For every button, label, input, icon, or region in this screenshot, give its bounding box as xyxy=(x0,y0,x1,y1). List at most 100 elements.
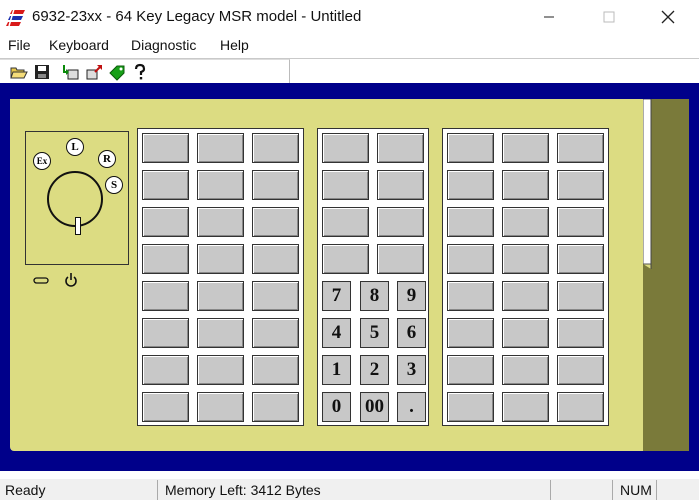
minimize-button[interactable] xyxy=(526,0,572,34)
numpad-key[interactable]: 00 xyxy=(360,392,389,422)
test-tag-icon[interactable] xyxy=(108,63,126,81)
key-left-r4c1[interactable] xyxy=(142,244,189,274)
key-right-r2c3[interactable] xyxy=(557,170,604,200)
key-middle-r3c1[interactable] xyxy=(322,207,369,237)
status-bar: Ready Memory Left: 3412 Bytes NUM xyxy=(0,479,699,500)
numpad-key[interactable]: 4 xyxy=(322,318,351,348)
key-left-r8c2[interactable] xyxy=(197,392,244,422)
key-right-r8c2[interactable] xyxy=(502,392,549,422)
numpad-key[interactable]: 9 xyxy=(397,281,426,311)
status-caps xyxy=(553,480,613,500)
keyboard-panel: Ex L R S 7 8 9 4 5 6 1 2 3 0 00. xyxy=(10,99,643,451)
side-strip xyxy=(643,99,689,451)
key-right-r6c3[interactable] xyxy=(557,318,604,348)
key-right-r3c1[interactable] xyxy=(447,207,494,237)
key-right-r6c1[interactable] xyxy=(447,318,494,348)
key-middle-r2c2[interactable] xyxy=(377,170,424,200)
title-bar: 6932-23xx - 64 Key Legacy MSR model - Un… xyxy=(0,0,699,34)
key-right-r5c3[interactable] xyxy=(557,281,604,311)
key-right-r3c2[interactable] xyxy=(502,207,549,237)
key-middle-r1c1[interactable] xyxy=(322,133,369,163)
key-right-r4c2[interactable] xyxy=(502,244,549,274)
key-left-r8c1[interactable] xyxy=(142,392,189,422)
key-left-r8c3[interactable] xyxy=(252,392,299,422)
key-left-r7c1[interactable] xyxy=(142,355,189,385)
key-right-r7c3[interactable] xyxy=(557,355,604,385)
download-keyboard-icon[interactable] xyxy=(62,63,80,81)
upload-keyboard-icon[interactable] xyxy=(85,63,103,81)
key-left-r6c2[interactable] xyxy=(197,318,244,348)
key-middle-r4c1[interactable] xyxy=(322,244,369,274)
numpad-key[interactable]: 0 xyxy=(322,392,351,422)
key-right-r3c3[interactable] xyxy=(557,207,604,237)
maximize-button[interactable] xyxy=(586,0,632,34)
help-question-icon[interactable] xyxy=(131,63,149,81)
status-num: NUM xyxy=(615,480,657,500)
key-right-r5c1[interactable] xyxy=(447,281,494,311)
status-memory: Memory Left: 3412 Bytes xyxy=(160,480,551,500)
numpad-key[interactable]: . xyxy=(397,392,426,422)
key-left-r2c1[interactable] xyxy=(142,170,189,200)
keylock-position-r[interactable]: R xyxy=(98,150,116,168)
key-left-r4c2[interactable] xyxy=(197,244,244,274)
key-right-r1c1[interactable] xyxy=(447,133,494,163)
close-button[interactable] xyxy=(645,0,691,34)
key-bank-middle: 7 8 9 4 5 6 1 2 3 0 00. xyxy=(317,128,429,426)
keylock-position-s[interactable]: S xyxy=(105,176,123,194)
numpad-key[interactable]: 5 xyxy=(360,318,389,348)
key-right-r1c3[interactable] xyxy=(557,133,604,163)
key-left-r7c2[interactable] xyxy=(197,355,244,385)
keylock-position-l[interactable]: L xyxy=(66,138,84,156)
key-left-r6c3[interactable] xyxy=(252,318,299,348)
key-right-r2c1[interactable] xyxy=(447,170,494,200)
key-left-r5c2[interactable] xyxy=(197,281,244,311)
toolbar xyxy=(0,59,290,83)
key-middle-r1c2[interactable] xyxy=(377,133,424,163)
key-left-r3c2[interactable] xyxy=(197,207,244,237)
key-left-r3c3[interactable] xyxy=(252,207,299,237)
key-middle-r3c2[interactable] xyxy=(377,207,424,237)
key-left-r1c1[interactable] xyxy=(142,133,189,163)
numpad-key[interactable]: 8 xyxy=(360,281,389,311)
key-right-r2c2[interactable] xyxy=(502,170,549,200)
keylock-position-ex[interactable]: Ex xyxy=(33,152,51,170)
menu-keyboard[interactable]: Keyboard xyxy=(49,37,109,53)
key-left-r1c2[interactable] xyxy=(197,133,244,163)
key-left-r3c1[interactable] xyxy=(142,207,189,237)
key-left-r1c3[interactable] xyxy=(252,133,299,163)
key-left-r5c1[interactable] xyxy=(142,281,189,311)
key-bank-left xyxy=(137,128,304,426)
menu-help[interactable]: Help xyxy=(220,37,249,53)
key-left-r7c3[interactable] xyxy=(252,355,299,385)
key-right-r7c2[interactable] xyxy=(502,355,549,385)
key-left-r2c2[interactable] xyxy=(197,170,244,200)
keylock-dial[interactable] xyxy=(47,171,103,235)
menu-file[interactable]: File xyxy=(8,37,31,53)
led-indicator-icon xyxy=(33,277,49,284)
key-right-r4c1[interactable] xyxy=(447,244,494,274)
key-right-r1c2[interactable] xyxy=(502,133,549,163)
key-right-r8c1[interactable] xyxy=(447,392,494,422)
key-middle-r2c1[interactable] xyxy=(322,170,369,200)
open-folder-icon[interactable] xyxy=(10,63,28,81)
numpad-key[interactable]: 2 xyxy=(360,355,389,385)
key-left-r4c3[interactable] xyxy=(252,244,299,274)
numpad-key[interactable]: 3 xyxy=(397,355,426,385)
key-right-r6c2[interactable] xyxy=(502,318,549,348)
keylock: Ex L R S xyxy=(25,131,129,265)
numpad-key[interactable]: 6 xyxy=(397,318,426,348)
key-right-r7c1[interactable] xyxy=(447,355,494,385)
maximize-icon xyxy=(603,11,615,23)
key-left-r6c1[interactable] xyxy=(142,318,189,348)
menu-diagnostic[interactable]: Diagnostic xyxy=(131,37,196,53)
numpad-key[interactable]: 1 xyxy=(322,355,351,385)
key-right-r4c3[interactable] xyxy=(557,244,604,274)
numpad-key[interactable]: 7 xyxy=(322,281,351,311)
key-middle-r4c2[interactable] xyxy=(377,244,424,274)
save-disk-icon[interactable] xyxy=(33,63,51,81)
key-left-r5c3[interactable] xyxy=(252,281,299,311)
key-left-r2c3[interactable] xyxy=(252,170,299,200)
status-ready: Ready xyxy=(0,480,158,500)
key-right-r5c2[interactable] xyxy=(502,281,549,311)
key-right-r8c3[interactable] xyxy=(557,392,604,422)
